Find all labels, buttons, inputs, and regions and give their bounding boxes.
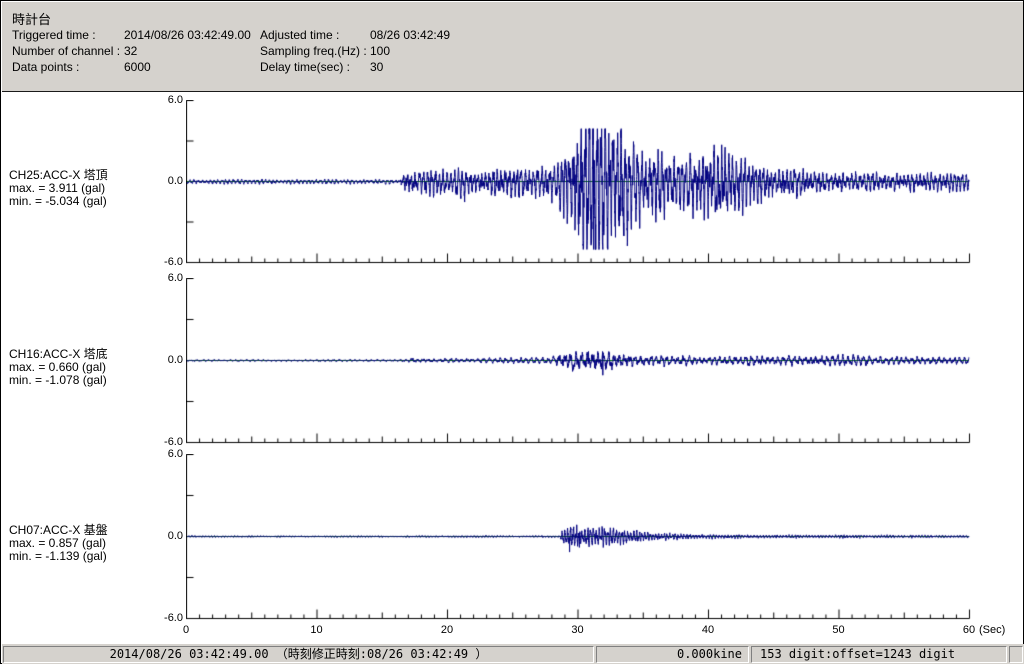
waveform-canvas-ch16 [186,278,976,446]
triggered-time-label: Triggered time : [12,28,96,42]
x-tick-label: 30 [571,624,584,636]
x-tick-label: 50 [832,624,845,636]
y-tick-label: -6.0 [164,256,183,268]
adjusted-time-value: 08/26 03:42:49 [370,28,451,42]
app-window: 時計台 Triggered time : 2014/08/26 03:42:49… [0,0,1024,664]
channel-count-label: Number of channel : [12,44,121,58]
y-tick-label: 6.0 [167,272,183,284]
channel-min: min. = -1.078 (gal) [9,373,107,387]
header-row: Triggered time : 2014/08/26 03:42:49.00 … [2,28,1023,42]
y-tick-label: 0.0 [167,530,183,542]
sampling-freq-value: 100 [370,44,391,58]
header-panel: 時計台 Triggered time : 2014/08/26 03:42:49… [2,2,1023,92]
waveform-canvas-ch25 [186,100,976,266]
y-tick-label: 6.0 [167,94,183,106]
delay-time-value: 30 [370,60,384,74]
x-tick-label: 40 [701,624,715,636]
delay-time-label: Delay time(sec) : [260,60,351,74]
y-tick-label: 0.0 [167,175,183,187]
waveform-canvas-ch07 [186,454,976,622]
status-digit-panel: 153 digit:offset=1243 digit [751,646,1007,663]
status-time-panel: 2014/08/26 03:42:49.00 （時刻修正時刻:08/26 03:… [3,646,594,663]
x-axis-unit-label: (Sec) [979,624,1006,636]
x-tick-label: 0 [182,624,190,636]
y-tick-label: -6.0 [164,436,183,448]
triggered-time-value: 2014/08/26 03:42:49.00 [124,28,251,42]
status-bar: 2014/08/26 03:42:49.00 （時刻修正時刻:08/26 03:… [2,644,1024,664]
adjusted-time-label: Adjusted time : [260,28,340,42]
channel-min: min. = -1.139 (gal) [9,549,107,563]
status-kine-panel: 0.000kine [596,646,749,663]
x-tick-label: 20 [440,624,454,636]
y-tick-label: 6.0 [167,448,183,460]
y-tick-label: 0.0 [167,354,183,366]
y-tick-label: -6.0 [164,612,183,624]
header-row: Data points : 6000 Delay time(sec) : 30 [2,60,1023,74]
x-tick-label: 10 [310,624,323,636]
header-row: Number of channel : 32 Sampling freq.(Hz… [2,44,1023,58]
app-title: 時計台 [12,12,52,27]
data-points-label: Data points : [12,60,80,74]
channel-count-value: 32 [124,44,138,58]
status-extra-panel [1009,646,1023,663]
channel-min: min. = -5.034 (gal) [9,194,107,208]
data-points-value: 6000 [124,60,151,74]
sampling-freq-label: Sampling freq.(Hz) : [260,44,367,58]
